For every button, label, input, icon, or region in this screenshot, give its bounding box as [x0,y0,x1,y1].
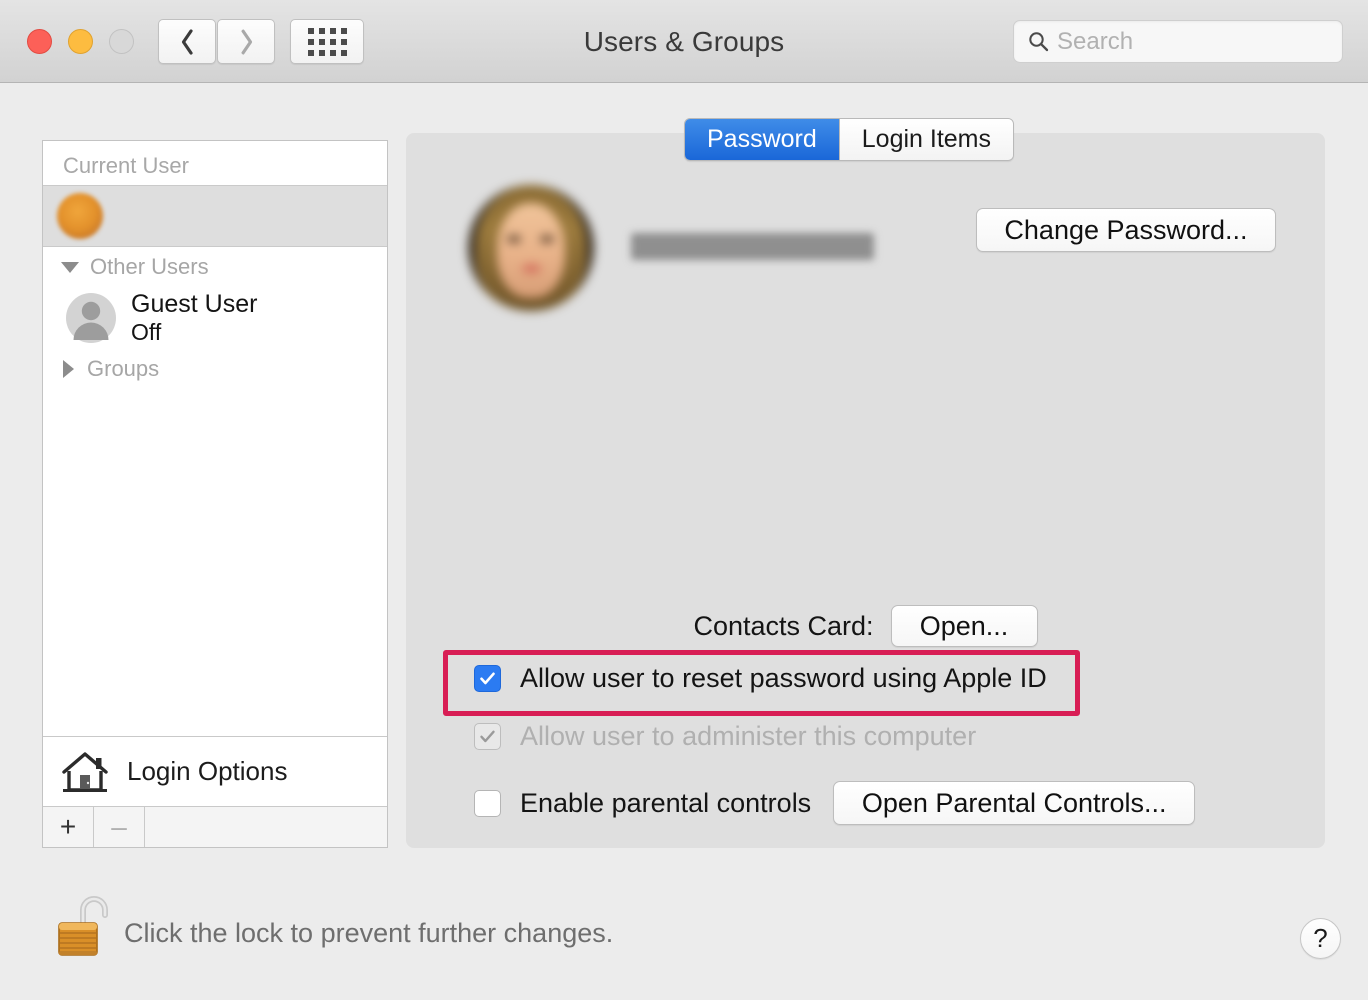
contacts-card-row: Contacts Card: Open... [406,605,1325,647]
guest-user-text: Guest User Off [131,290,257,345]
checkmark-icon [480,672,495,685]
tab-password[interactable]: Password [685,119,839,160]
add-user-button[interactable]: + [43,807,94,847]
sidebar-group-groups-label: Groups [87,356,160,381]
option-row-parental-controls[interactable]: Enable parental controls Open Parental C… [474,781,1196,825]
unlocked-padlock-icon[interactable] [55,890,117,960]
pane-tabs: Password Login Items [684,118,1015,161]
window-titlebar: Users & Groups Search [0,0,1368,83]
users-sidebar: Current User Other Users Guest User Off … [42,140,388,848]
search-icon [1029,32,1049,52]
open-contacts-card-button[interactable]: Open... [890,605,1038,647]
login-options-label: Login Options [127,756,288,786]
guest-user-icon [66,293,116,343]
sidebar-section-current-user: Current User [63,153,189,178]
search-input-placeholder[interactable]: Search [1057,28,1133,56]
triangle-right-icon[interactable] [63,360,74,378]
sidebar-group-groups[interactable]: Groups [43,349,387,389]
house-icon [62,751,108,792]
contacts-card-label: Contacts Card: [693,610,874,641]
option-row-administer-computer: Allow user to administer this computer [474,721,976,752]
option-label-reset-password-apple-id: Allow user to reset password using Apple… [520,663,1047,693]
sidebar-footer-toolbar: + – [43,806,387,847]
checkbox-reset-password-apple-id[interactable] [474,665,501,692]
sidebar-item-guest-user[interactable]: Guest User Off [43,287,387,349]
help-button[interactable]: ? [1300,918,1341,959]
option-row-reset-password-apple-id[interactable]: Allow user to reset password using Apple… [474,663,1047,694]
remove-user-button: – [94,807,145,847]
search-field[interactable]: Search [1013,20,1343,63]
option-label-enable-parental-controls: Enable parental controls [520,787,812,818]
user-picture[interactable] [468,185,594,311]
lock-status-message: Click the lock to prevent further change… [124,918,614,948]
guest-user-state: Off [131,319,162,346]
sidebar-item-login-options[interactable]: Login Options [43,736,387,806]
user-avatar [57,193,103,239]
change-password-button[interactable]: Change Password... [976,208,1276,252]
checkbox-administer-computer [474,723,501,750]
checkbox-enable-parental-controls[interactable] [474,789,501,817]
checkmark-icon [480,730,495,743]
option-label-administer-computer: Allow user to administer this computer [520,721,977,751]
sidebar-group-other-users[interactable]: Other Users [43,247,387,287]
triangle-down-icon[interactable] [61,261,79,273]
guest-user-name: Guest User [131,290,258,319]
open-parental-controls-button[interactable]: Open Parental Controls... [833,781,1196,825]
sidebar-group-other-users-label: Other Users [90,254,209,279]
user-full-name-redacted [631,233,874,260]
tab-login-items[interactable]: Login Items [838,119,1014,160]
sidebar-item-current-user[interactable] [43,185,387,247]
password-pane: Password Login Items Change Password... … [406,118,1325,848]
